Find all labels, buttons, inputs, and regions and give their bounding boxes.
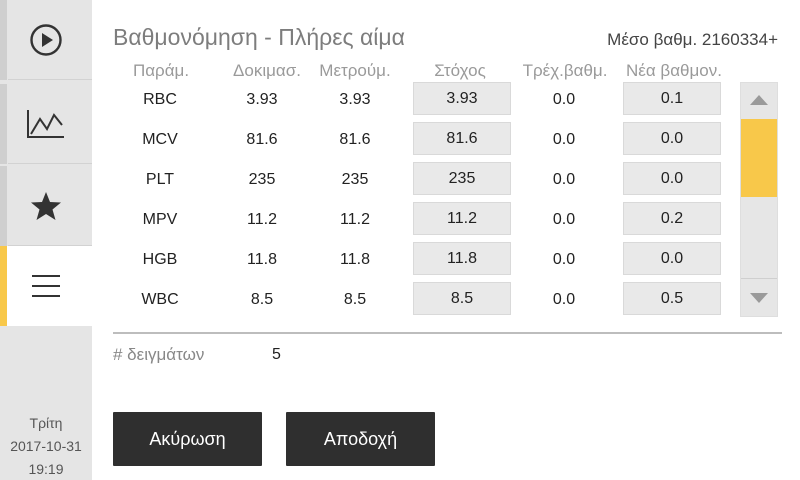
measured-cell: 81.6 (339, 131, 371, 148)
play-icon (30, 24, 62, 56)
column-header-test: Δοκιμασ. (233, 61, 301, 80)
measured-cell: 235 (341, 171, 369, 188)
new-calibration-input[interactable]: 0.5 (623, 282, 721, 315)
param-cell: MPV (142, 211, 178, 228)
average-calibration-label: Μέσο βαθμ. 2160334+ (607, 30, 778, 49)
test-cell: 3.93 (246, 91, 278, 108)
table-scrollbar[interactable] (740, 82, 778, 317)
test-cell: 11.2 (247, 211, 277, 228)
test-cell: 81.6 (246, 131, 278, 148)
page-title: Βαθμονόμηση - Πλήρες αίμα (113, 24, 405, 50)
samples-label: # δειγμάτων (113, 345, 205, 364)
target-input[interactable]: 11.8 (413, 242, 511, 275)
cancel-button[interactable]: Ακύρωση (113, 412, 262, 466)
nav-charts-button[interactable] (0, 84, 92, 164)
param-cell: WBC (141, 291, 179, 308)
time-label: 19:19 (28, 461, 64, 477)
test-cell: 11.8 (247, 251, 277, 268)
column-header-new: Νέα βαθμον. (626, 61, 722, 80)
weekday-label: Τρίτη (29, 415, 63, 431)
new-calibration-input[interactable]: 0.0 (623, 122, 721, 155)
test-cell: 8.5 (250, 291, 274, 308)
column-header-measured: Μετρούμ. (319, 61, 391, 80)
current-cell: 0.0 (552, 131, 576, 148)
scroll-up-button[interactable] (741, 83, 777, 117)
nav-menu-button[interactable] (0, 246, 92, 326)
target-input[interactable]: 235 (413, 162, 511, 195)
triangle-up-icon (750, 95, 768, 105)
target-input[interactable]: 81.6 (413, 122, 511, 155)
param-cell: RBC (143, 91, 177, 108)
scroll-thumb[interactable] (741, 119, 777, 197)
column-header-current: Τρέχ.βαθμ. (522, 61, 608, 80)
new-calibration-input[interactable]: 0.1 (623, 82, 721, 115)
test-cell: 235 (248, 171, 276, 188)
param-cell: MCV (142, 131, 178, 148)
divider (113, 332, 782, 334)
sidebar: Τρίτη 2017-10-31 19:19 (0, 0, 92, 480)
menu-icon (32, 275, 60, 297)
column-header-target: Στόχος (434, 61, 486, 80)
current-cell: 0.0 (552, 171, 576, 188)
measured-cell: 11.8 (340, 251, 370, 268)
triangle-down-icon (750, 292, 768, 303)
param-cell: PLT (145, 171, 175, 188)
nav-run-button[interactable] (0, 0, 92, 80)
new-calibration-input[interactable]: 0.0 (623, 162, 721, 195)
new-calibration-input[interactable]: 0.2 (623, 202, 721, 235)
star-icon (31, 192, 61, 220)
column-header-param: Παράμ. (132, 61, 190, 80)
measured-cell: 11.2 (340, 211, 370, 228)
measured-cell: 3.93 (339, 91, 371, 108)
calibration-screen: Τρίτη 2017-10-31 19:19 Βαθμονόμηση - Πλή… (0, 0, 800, 480)
chart-icon (27, 110, 64, 138)
date-label: 2017-10-31 (10, 438, 82, 454)
current-cell: 0.0 (552, 211, 576, 228)
target-input[interactable]: 8.5 (413, 282, 511, 315)
target-input[interactable]: 3.93 (413, 82, 511, 115)
accept-button[interactable]: Αποδοχή (286, 412, 435, 466)
nav-favorites-button[interactable] (0, 166, 92, 246)
samples-value: 5 (272, 346, 281, 363)
current-cell: 0.0 (552, 251, 576, 268)
current-cell: 0.0 (552, 91, 576, 108)
target-input[interactable]: 11.2 (413, 202, 511, 235)
new-calibration-input[interactable]: 0.0 (623, 242, 721, 275)
scroll-down-button[interactable] (741, 278, 777, 316)
param-cell: HGB (142, 251, 178, 268)
current-cell: 0.0 (552, 291, 576, 308)
measured-cell: 8.5 (343, 291, 367, 308)
